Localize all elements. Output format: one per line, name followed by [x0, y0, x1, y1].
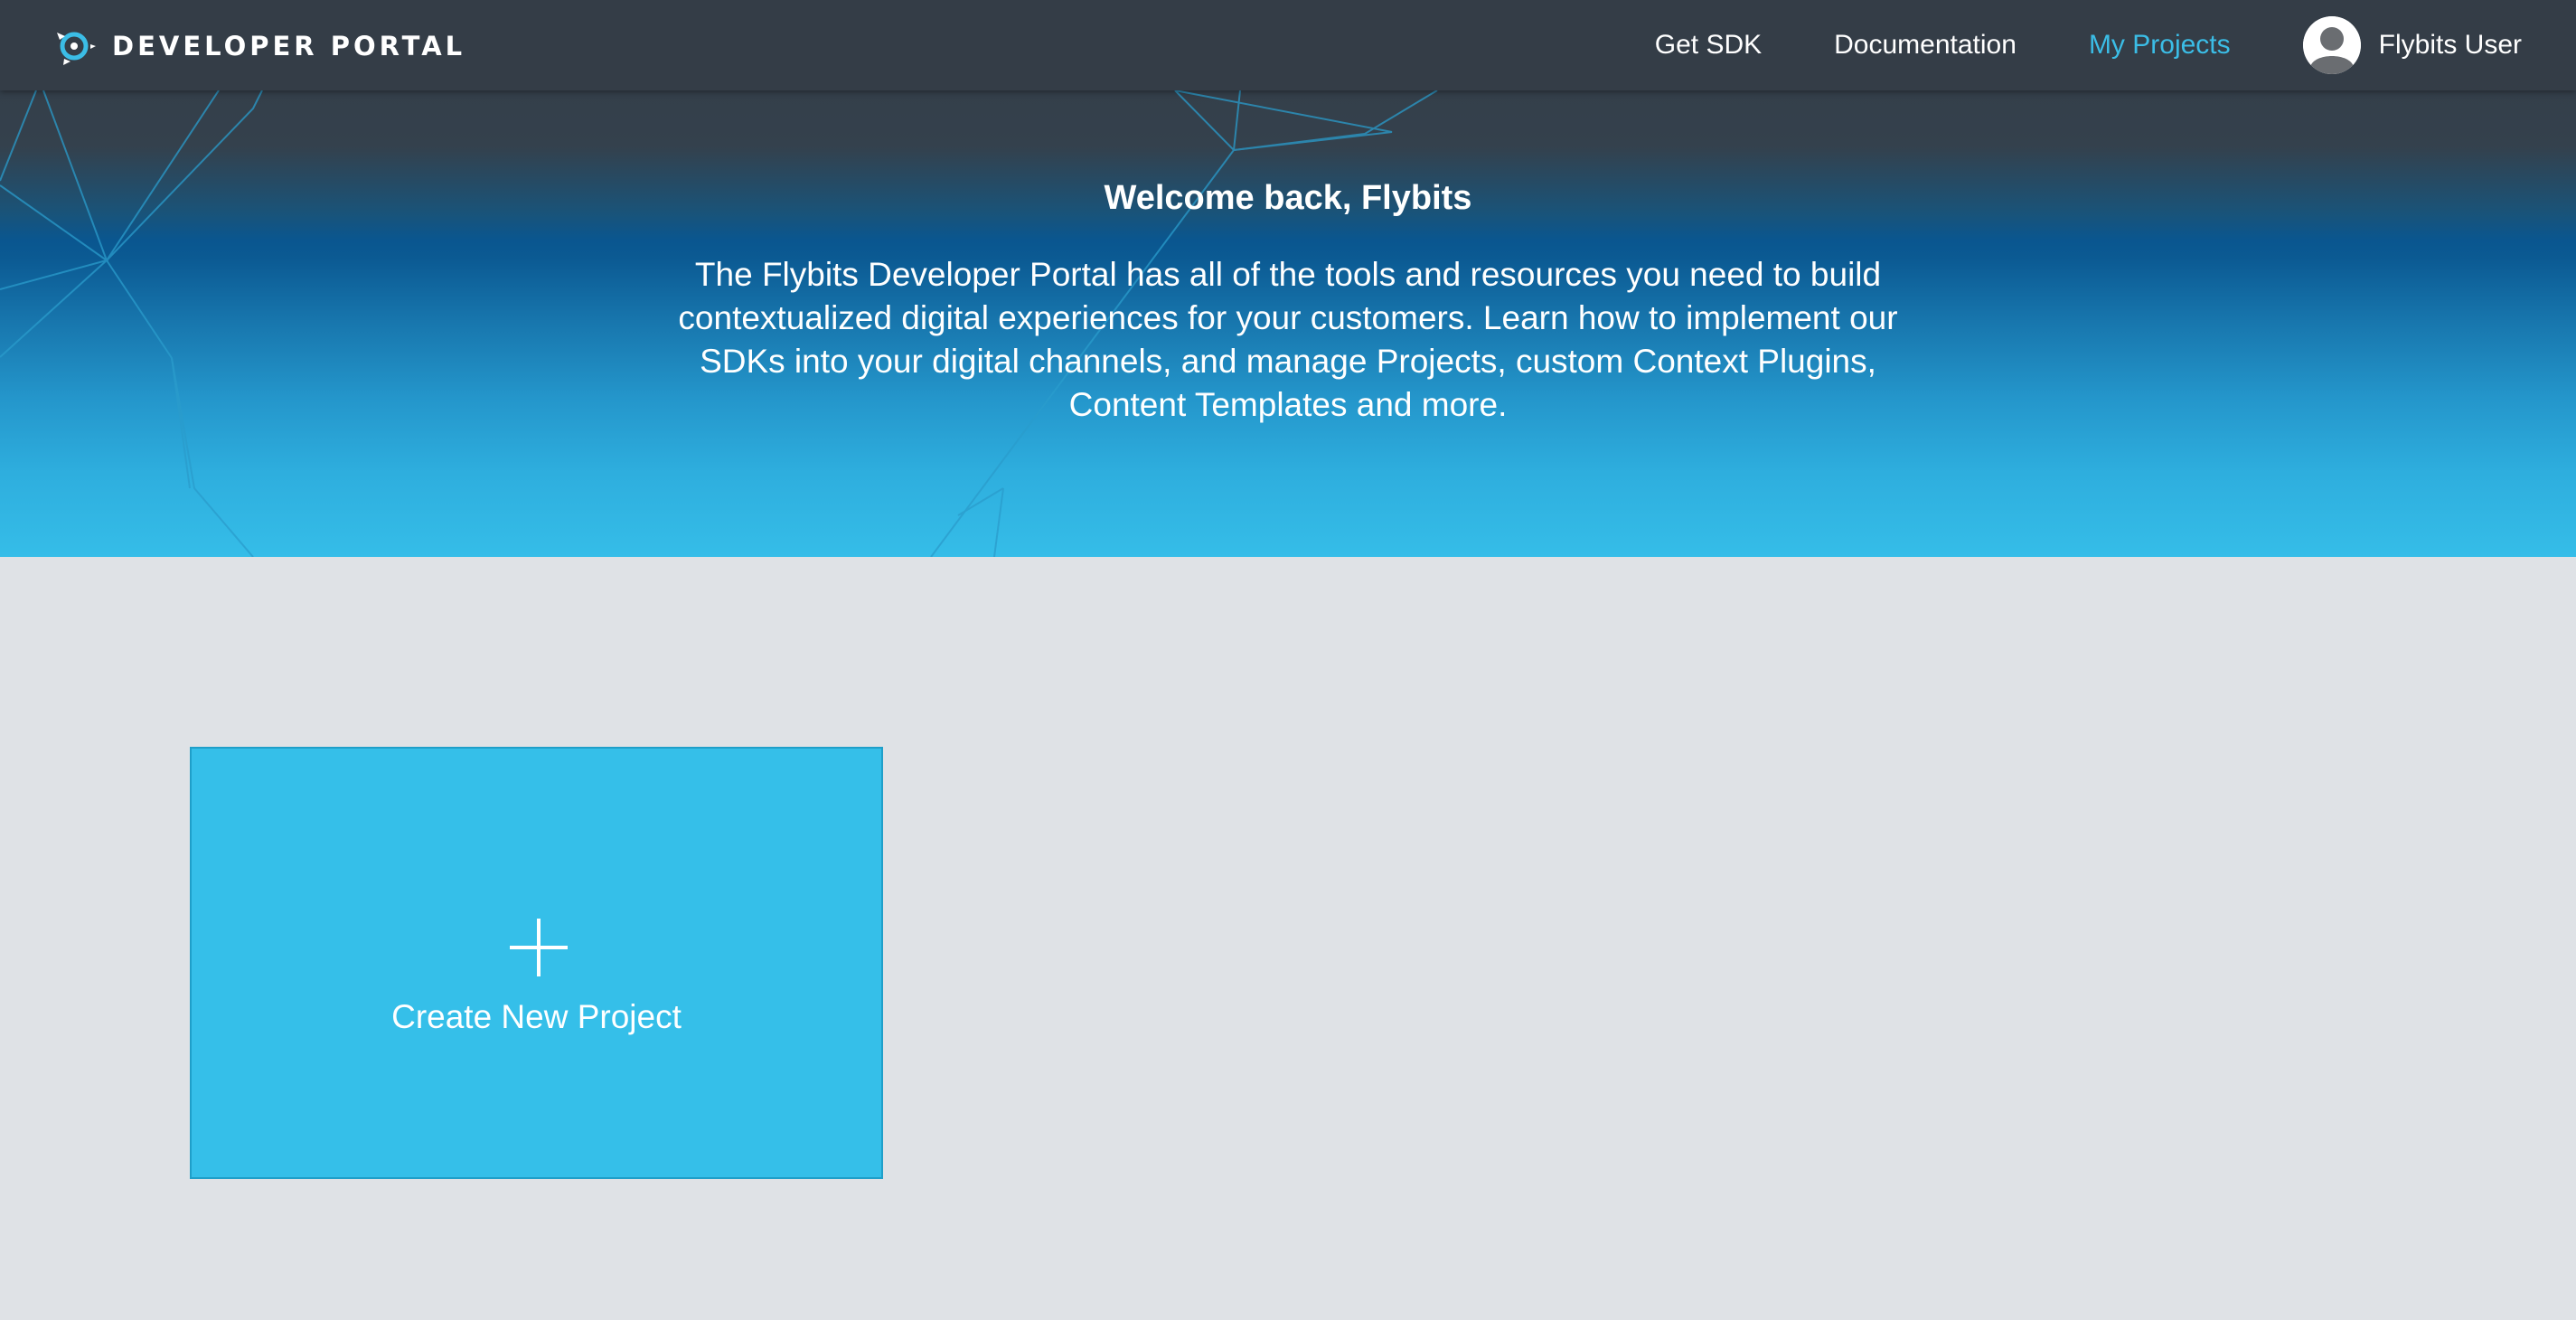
nav-link-documentation[interactable]: Documentation	[1834, 30, 2017, 61]
hero-banner: Welcome back, Flybits The Flybits Develo…	[0, 90, 2576, 557]
user-name: Flybits User	[2378, 30, 2522, 60]
plus-icon	[510, 919, 568, 976]
top-navigation-bar: DEVELOPER PORTAL Get SDK Documentation M…	[0, 0, 2576, 90]
create-new-project-label: Create New Project	[391, 998, 682, 1035]
user-menu[interactable]: Flybits User	[2302, 16, 2522, 74]
welcome-description: The Flybits Developer Portal has all of …	[678, 256, 1898, 423]
create-new-project-card[interactable]: Create New Project	[190, 747, 883, 1179]
brand-title: DEVELOPER PORTAL	[112, 31, 466, 61]
flybits-logo-icon	[57, 32, 96, 65]
user-avatar-icon	[2302, 16, 2361, 74]
nav-link-get-sdk[interactable]: Get SDK	[1655, 30, 1762, 61]
brand[interactable]: DEVELOPER PORTAL	[52, 24, 465, 69]
nav-links: Get SDK Documentation My Projects Flybit…	[1655, 0, 2576, 90]
nav-link-my-projects[interactable]: My Projects	[2089, 30, 2231, 61]
welcome-heading: Welcome back, Flybits	[1104, 179, 1472, 217]
